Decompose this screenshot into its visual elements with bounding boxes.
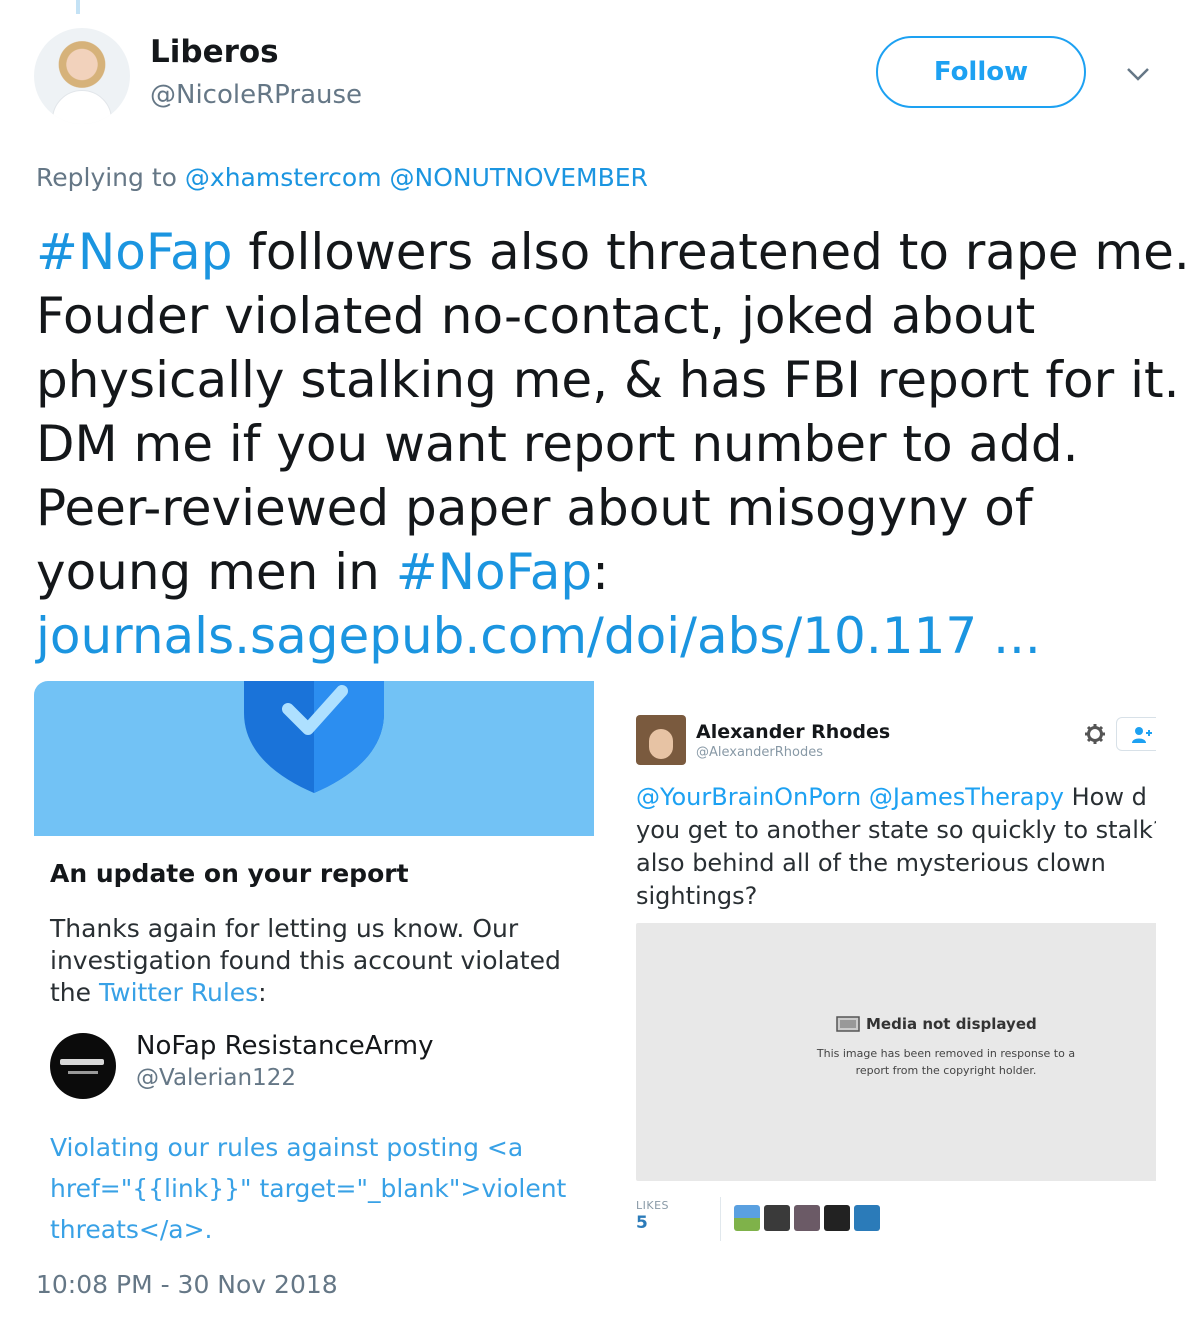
- chevron-down-icon[interactable]: [1124, 60, 1152, 88]
- reported-account-handle: @Valerian122: [136, 1065, 297, 1091]
- embedded-tweet-text: @YourBrainOnPorn @JamesTherapy How d you…: [636, 783, 1156, 910]
- media-title: Media not displayed: [836, 1015, 1037, 1033]
- display-name[interactable]: Liberos: [150, 34, 279, 70]
- media-not-displayed-box: Media not displayed This image has been …: [636, 923, 1156, 1181]
- hashtag-link[interactable]: #NoFap: [396, 543, 592, 601]
- tweet-timestamp[interactable]: 10:08 PM - 30 Nov 2018: [36, 1270, 338, 1299]
- article-link[interactable]: journals.sagepub.com/doi/abs/10.117 ...: [36, 607, 1041, 665]
- violation-text: Violating our rules against posting <a h…: [50, 1133, 567, 1243]
- replying-to: Replying to @xhamstercom @NONUTNOVEMBER: [36, 163, 648, 192]
- liker-avatar: [734, 1205, 760, 1231]
- liker-avatar: [764, 1205, 790, 1231]
- embedded-name: Alexander Rhodes: [696, 721, 891, 743]
- twitter-rules-link[interactable]: Twitter Rules: [99, 978, 258, 1007]
- follow-button[interactable]: Follow: [876, 36, 1086, 108]
- gear-icon: [1085, 724, 1105, 744]
- attached-image-tweet[interactable]: Alexander Rhodes @AlexanderRhodes @YourB…: [596, 681, 1156, 1241]
- thread-connector: [76, 0, 80, 14]
- embedded-handle: @AlexanderRhodes: [696, 745, 824, 760]
- replying-prefix: Replying to: [36, 163, 177, 192]
- liker-avatar: [794, 1205, 820, 1231]
- liker-avatar: [854, 1205, 880, 1231]
- reported-account-avatar: [50, 1033, 116, 1099]
- tweet-text: #NoFap followers also threatened to rape…: [36, 223, 1190, 665]
- image-icon: [836, 1016, 860, 1032]
- report-title: An update on your report: [50, 859, 409, 888]
- user-handle[interactable]: @NicoleRPrause: [150, 80, 362, 110]
- likes-count: 5: [636, 1213, 648, 1233]
- shield-check-icon: [244, 681, 384, 793]
- follow-user-icon: [1132, 727, 1152, 743]
- avatar[interactable]: [34, 28, 130, 124]
- mention-link[interactable]: @NONUTNOVEMBER: [390, 163, 648, 192]
- hashtag-link[interactable]: #NoFap: [36, 223, 232, 281]
- embedded-follow-button: [1116, 717, 1156, 751]
- media-description: This image has been removed in response …: [816, 1047, 1076, 1077]
- report-body: Thanks again for letting us know. Our in…: [50, 914, 561, 1007]
- likes-label: LIKES: [636, 1199, 670, 1212]
- embedded-avatar: [636, 715, 686, 765]
- reported-account-name: NoFap ResistanceArmy: [136, 1031, 434, 1061]
- attached-image-report[interactable]: An update on your report Thanks again fo…: [34, 681, 594, 1243]
- mention-link[interactable]: @xhamstercom: [185, 163, 382, 192]
- likes-divider: [720, 1197, 721, 1241]
- liker-avatar: [824, 1205, 850, 1231]
- report-banner: [34, 681, 594, 836]
